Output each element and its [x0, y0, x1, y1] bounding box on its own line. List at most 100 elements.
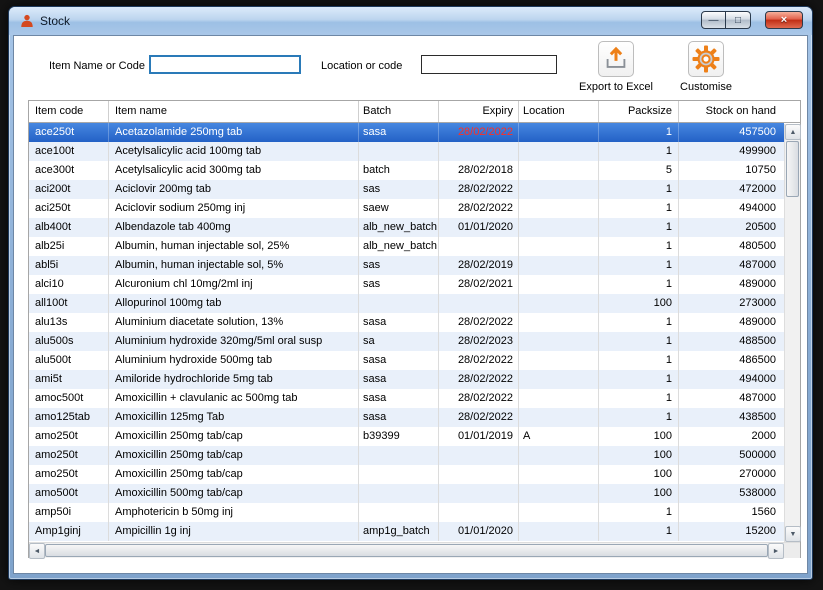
window-content: Item Name or Code Location or code Expor… — [13, 35, 808, 574]
table-row[interactable]: Amp1ginjAmpicillin 1g injamp1g_batch01/0… — [29, 522, 784, 541]
table-row[interactable]: amo500tAmoxicillin 500mg tab/cap10053800… — [29, 484, 784, 503]
titlebar[interactable]: Stock — □ × — [9, 7, 812, 35]
cell-item-name: Amoxicillin + clavulanic ac 500mg tab — [109, 389, 359, 408]
cell-location — [519, 503, 599, 522]
cell-item-name: Amoxicillin 250mg tab/cap — [109, 465, 359, 484]
cell-location — [519, 199, 599, 218]
scroll-down-icon: ▼ — [790, 531, 797, 538]
export-icon — [598, 41, 634, 77]
table-row[interactable]: aci200tAciclovir 200mg tabsas28/02/20221… — [29, 180, 784, 199]
scroll-left-button[interactable]: ◄ — [29, 543, 45, 559]
cell-batch: sa — [359, 332, 439, 351]
column-header-location[interactable]: Location — [519, 101, 599, 122]
cell-item-code: ace100t — [29, 142, 109, 161]
table-row[interactable]: abl5iAlbumin, human injectable sol, 5%sa… — [29, 256, 784, 275]
cell-location — [519, 484, 599, 503]
location-search-label: Location or code — [321, 60, 402, 72]
cell-item-name: Amiloride hydrochloride 5mg tab — [109, 370, 359, 389]
cell-item-name: Amphotericin b 50mg inj — [109, 503, 359, 522]
cell-expiry — [439, 484, 519, 503]
cell-location — [519, 161, 599, 180]
cell-stock-on-hand: 438500 — [679, 408, 784, 427]
cell-packsize: 1 — [599, 370, 679, 389]
scroll-right-button[interactable]: ► — [768, 543, 784, 559]
cell-location — [519, 218, 599, 237]
column-header-item-name[interactable]: Item name — [109, 101, 359, 122]
table-row[interactable]: alu13sAluminium diacetate solution, 13%s… — [29, 313, 784, 332]
table-row[interactable]: amo250tAmoxicillin 250mg tab/cap10027000… — [29, 465, 784, 484]
cell-item-code: amp50i — [29, 503, 109, 522]
table-row[interactable]: ami5tAmiloride hydrochloride 5mg tabsasa… — [29, 370, 784, 389]
table-row[interactable]: ace100tAcetylsalicylic acid 100mg tab149… — [29, 142, 784, 161]
cell-stock-on-hand: 494000 — [679, 199, 784, 218]
cell-packsize: 100 — [599, 465, 679, 484]
cell-expiry — [439, 237, 519, 256]
cell-stock-on-hand: 489000 — [679, 313, 784, 332]
close-icon: × — [781, 14, 787, 26]
cell-expiry: 28/02/2022 — [439, 370, 519, 389]
cell-batch: sasa — [359, 370, 439, 389]
table-row[interactable]: alu500tAluminium hydroxide 500mg tabsasa… — [29, 351, 784, 370]
cell-packsize: 100 — [599, 484, 679, 503]
cell-location — [519, 123, 599, 142]
table-row[interactable]: ace250tAcetazolamide 250mg tabsasa28/02/… — [29, 123, 784, 142]
column-header-expiry[interactable]: Expiry — [439, 101, 519, 122]
minimize-button[interactable]: — — [701, 11, 726, 29]
cell-location — [519, 294, 599, 313]
item-search-input[interactable] — [149, 55, 301, 74]
table-row[interactable]: alci10Alcuronium chl 10mg/2ml injsas28/0… — [29, 275, 784, 294]
column-header-batch[interactable]: Batch — [359, 101, 439, 122]
column-header-packsize[interactable]: Packsize — [599, 101, 679, 122]
close-button[interactable]: × — [765, 11, 803, 29]
cell-packsize: 1 — [599, 313, 679, 332]
maximize-button[interactable]: □ — [726, 11, 751, 29]
cell-batch: sasa — [359, 408, 439, 427]
horizontal-scroll-thumb[interactable] — [45, 544, 768, 557]
cell-expiry — [439, 142, 519, 161]
table-row[interactable]: aci250tAciclovir sodium 250mg injsaew28/… — [29, 199, 784, 218]
cell-item-code: amo250t — [29, 427, 109, 446]
horizontal-scrollbar[interactable]: ◄ ► — [29, 542, 784, 558]
app-person-icon — [19, 13, 35, 29]
cell-batch: saew — [359, 199, 439, 218]
cell-expiry — [439, 294, 519, 313]
table-row[interactable]: amp50iAmphotericin b 50mg inj11560 — [29, 503, 784, 522]
cell-location — [519, 237, 599, 256]
cell-item-name: Albendazole tab 400mg — [109, 218, 359, 237]
scroll-up-button[interactable]: ▲ — [785, 124, 801, 140]
cell-batch: sas — [359, 180, 439, 199]
column-header-item-code[interactable]: Item code — [29, 101, 109, 122]
scroll-down-button[interactable]: ▼ — [785, 526, 801, 542]
location-search-input[interactable] — [421, 55, 557, 74]
cell-stock-on-hand: 10750 — [679, 161, 784, 180]
cell-item-code: ace250t — [29, 123, 109, 142]
table-row[interactable]: ace300tAcetylsalicylic acid 300mg tabbat… — [29, 161, 784, 180]
cell-stock-on-hand: 480500 — [679, 237, 784, 256]
cell-item-code: ami5t — [29, 370, 109, 389]
table-row[interactable]: alb400tAlbendazole tab 400mgalb_new_batc… — [29, 218, 784, 237]
cell-expiry: 28/02/2022 — [439, 123, 519, 142]
table-row[interactable]: alu500sAluminium hydroxide 320mg/5ml ora… — [29, 332, 784, 351]
cell-batch: sasa — [359, 389, 439, 408]
table-row[interactable]: amo250tAmoxicillin 250mg tab/cap10050000… — [29, 446, 784, 465]
cell-batch: batch — [359, 161, 439, 180]
cell-batch: amp1g_batch — [359, 522, 439, 541]
table-row[interactable]: all100tAllopurinol 100mg tab100273000 — [29, 294, 784, 313]
customise-button[interactable]: Customise — [651, 41, 761, 93]
cell-expiry: 28/02/2021 — [439, 275, 519, 294]
vertical-scrollbar[interactable]: ▲ ▼ — [784, 124, 800, 542]
table-row[interactable]: amoc500tAmoxicillin + clavulanic ac 500m… — [29, 389, 784, 408]
cell-stock-on-hand: 273000 — [679, 294, 784, 313]
table-row[interactable]: amo250tAmoxicillin 250mg tab/capb3939901… — [29, 427, 784, 446]
cell-packsize: 1 — [599, 408, 679, 427]
cell-stock-on-hand: 486500 — [679, 351, 784, 370]
cell-item-name: Amoxicillin 250mg tab/cap — [109, 446, 359, 465]
cell-location — [519, 446, 599, 465]
cell-item-name: Albumin, human injectable sol, 5% — [109, 256, 359, 275]
column-header-stock-on-hand[interactable]: Stock on hand — [679, 101, 784, 122]
table-row[interactable]: amo125tabAmoxicillin 125mg Tabsasa28/02/… — [29, 408, 784, 427]
table-row[interactable]: alb25iAlbumin, human injectable sol, 25%… — [29, 237, 784, 256]
cell-expiry: 01/01/2020 — [439, 522, 519, 541]
vertical-scroll-thumb[interactable] — [786, 141, 799, 197]
cell-packsize: 100 — [599, 446, 679, 465]
